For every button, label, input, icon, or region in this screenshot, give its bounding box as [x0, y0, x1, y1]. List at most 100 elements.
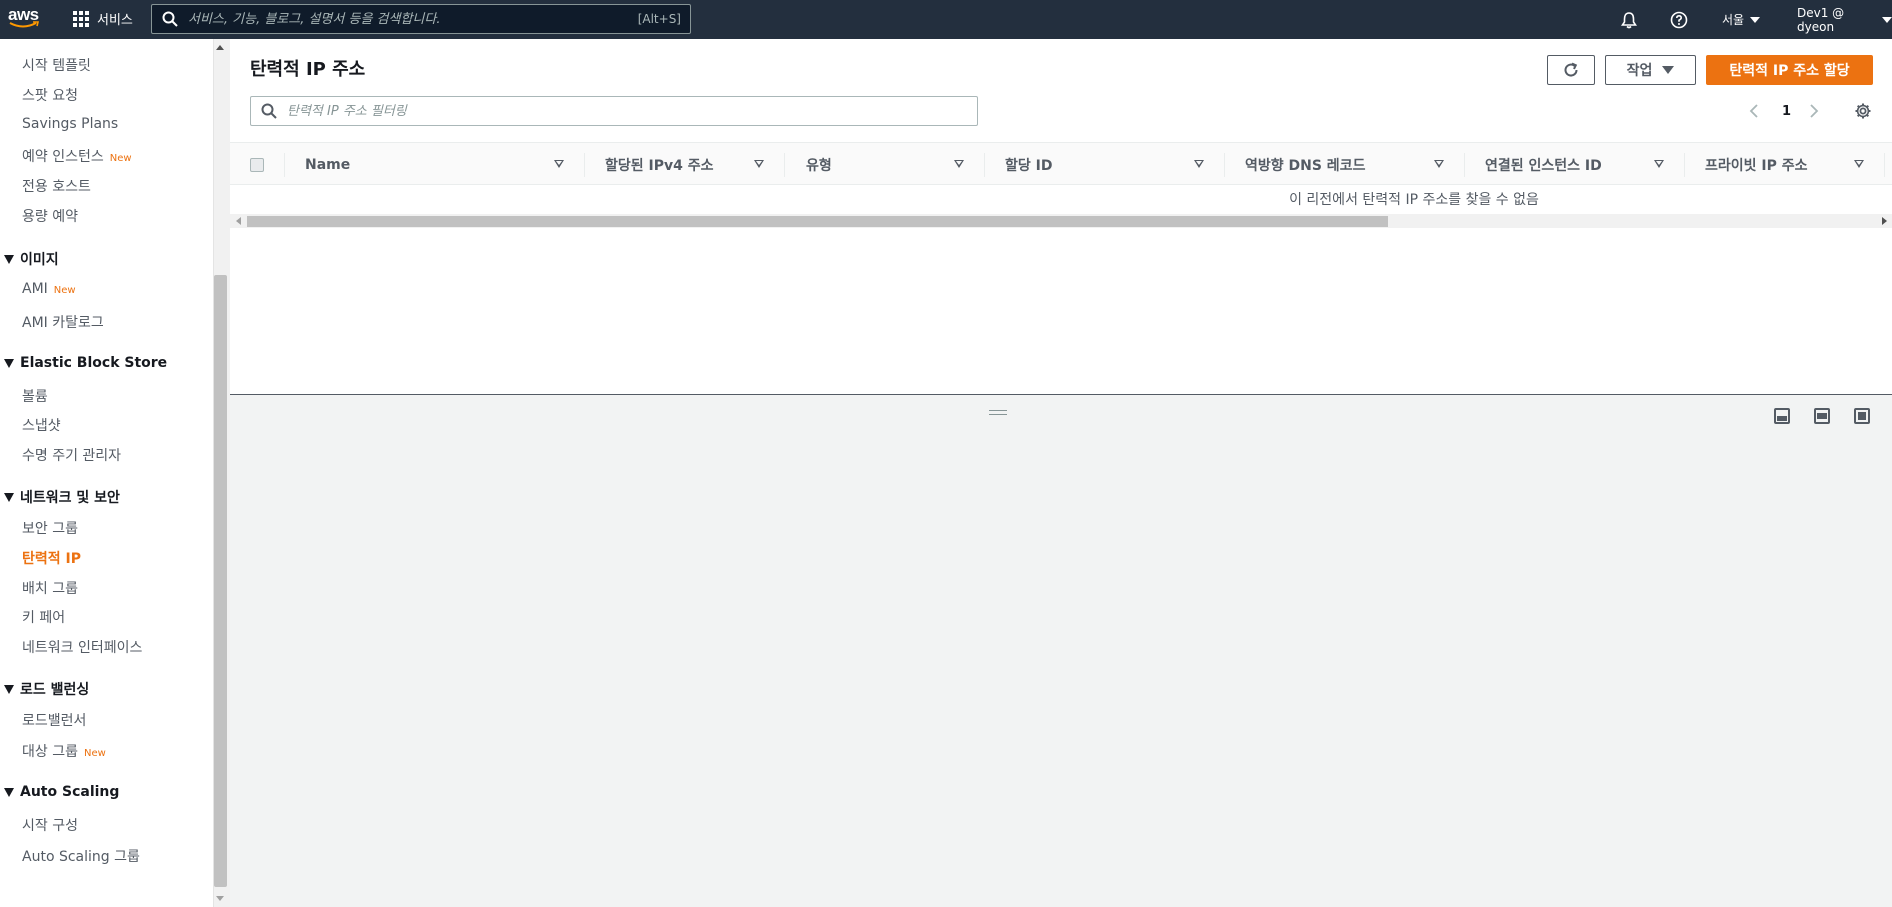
- search-icon: [162, 11, 178, 27]
- sidebar-item-lifecycle-manager[interactable]: 수명 주기 관리자: [22, 445, 121, 465]
- caret-down-icon: [4, 684, 14, 694]
- sidebar-item-network-interfaces[interactable]: 네트워크 인터페이스: [22, 637, 142, 657]
- sidebar-item-ami[interactable]: AMI New: [22, 281, 76, 297]
- sidebar-scrollbar-thumb[interactable]: [214, 275, 227, 887]
- column-label: 연결된 인스턴스 ID: [1485, 157, 1602, 174]
- services-label: 서비스: [97, 13, 133, 28]
- column-label: 프라이빗 IP 주소: [1705, 157, 1808, 174]
- column-header-reverse-dns[interactable]: 역방향 DNS 레코드: [1245, 143, 1365, 186]
- sidebar-item-launch-templates[interactable]: 시작 템플릿: [22, 55, 91, 75]
- column-divider[interactable]: [1684, 153, 1685, 177]
- sort-icon[interactable]: [1854, 160, 1864, 168]
- sidebar-section-network-security[interactable]: 네트워크 및 보안: [4, 487, 120, 507]
- table-header: Name 할당된 IPv4 주소 유형 할당 ID 역방향 DNS 레코드 연결…: [230, 142, 1892, 185]
- services-menu-button[interactable]: 서비스: [73, 9, 133, 28]
- sidebar-item-load-balancers[interactable]: 로드밸런서: [22, 710, 86, 730]
- column-header-type[interactable]: 유형: [806, 143, 832, 186]
- section-title: 네트워크 및 보안: [20, 490, 120, 506]
- preferences-button[interactable]: [1854, 99, 1872, 123]
- scroll-up-arrow-icon[interactable]: [216, 45, 224, 50]
- column-header-instance-id[interactable]: 연결된 인스턴스 ID: [1485, 143, 1602, 186]
- refresh-button[interactable]: [1547, 55, 1595, 85]
- filter-input[interactable]: [287, 103, 977, 119]
- column-label: 역방향 DNS 레코드: [1245, 157, 1366, 174]
- sort-icon[interactable]: [1194, 160, 1204, 168]
- page-number[interactable]: 1: [1782, 99, 1791, 123]
- column-header-ipv4[interactable]: 할당된 IPv4 주소: [605, 143, 714, 186]
- scroll-left-arrow-icon[interactable]: [236, 217, 241, 225]
- filter-box[interactable]: [250, 96, 978, 126]
- sidebar-section-ebs[interactable]: Elastic Block Store: [4, 355, 167, 371]
- notifications-button[interactable]: [1620, 0, 1638, 39]
- section-title: Auto Scaling: [20, 784, 120, 800]
- aws-logo[interactable]: aws: [8, 6, 42, 32]
- sidebar-item-ami-catalog[interactable]: AMI 카탈로그: [22, 312, 104, 332]
- scroll-right-arrow-icon[interactable]: [1882, 217, 1887, 225]
- sort-icon[interactable]: [954, 160, 964, 168]
- column-divider[interactable]: [984, 153, 985, 177]
- sidebar-item-capacity-reservations[interactable]: 용량 예약: [22, 206, 78, 226]
- caret-down-icon: [1662, 66, 1675, 74]
- new-badge: New: [53, 285, 76, 296]
- sort-icon[interactable]: [1654, 160, 1664, 168]
- account-menu[interactable]: Dev1 @ dyeon: [1797, 0, 1892, 39]
- sidebar-item-snapshots[interactable]: 스냅샷: [22, 415, 61, 435]
- region-label: 서울: [1722, 13, 1745, 27]
- column-divider[interactable]: [1224, 153, 1225, 177]
- column-header-allocation-id[interactable]: 할당 ID: [1005, 143, 1052, 186]
- sidebar-item-dedicated-hosts[interactable]: 전용 호스트: [22, 176, 91, 196]
- column-divider[interactable]: [1884, 153, 1885, 177]
- scroll-down-arrow-icon[interactable]: [216, 896, 224, 901]
- sidebar-section-images[interactable]: 이미지: [4, 249, 59, 269]
- sidebar-section-auto-scaling[interactable]: Auto Scaling: [4, 784, 119, 800]
- panel-middle-layout-icon[interactable]: [1814, 408, 1830, 424]
- help-button[interactable]: [1670, 0, 1688, 39]
- table-horizontal-scrollbar-thumb[interactable]: [247, 216, 1388, 227]
- bell-icon: [1621, 11, 1637, 28]
- sidebar-item-volumes[interactable]: 볼륨: [22, 386, 48, 406]
- new-badge: New: [83, 748, 106, 759]
- column-divider[interactable]: [784, 153, 785, 177]
- sidebar-item-placement-groups[interactable]: 배치 그룹: [22, 578, 78, 598]
- sidebar-item-label: 전용 호스트: [22, 179, 91, 195]
- region-selector[interactable]: 서울: [1722, 0, 1761, 39]
- sidebar-item-security-groups[interactable]: 보안 그룹: [22, 518, 78, 538]
- column-header-private-ip[interactable]: 프라이빗 IP 주소: [1705, 143, 1808, 186]
- sort-icon[interactable]: [754, 160, 764, 168]
- actions-dropdown-button[interactable]: 작업: [1605, 55, 1696, 85]
- next-page-button[interactable]: [1808, 99, 1820, 123]
- split-panel: [230, 396, 1892, 907]
- panel-full-layout-icon[interactable]: [1854, 408, 1870, 424]
- sidebar-item-label: AMI 카탈로그: [22, 315, 104, 331]
- sidebar-item-target-groups[interactable]: 대상 그룹 New: [22, 741, 106, 761]
- sidebar-item-savings-plans[interactable]: Savings Plans: [22, 116, 118, 132]
- global-search-input[interactable]: [188, 11, 638, 27]
- select-all-checkbox[interactable]: [250, 158, 264, 172]
- previous-page-button[interactable]: [1748, 99, 1760, 123]
- sidebar-item-auto-scaling-groups[interactable]: Auto Scaling 그룹: [22, 846, 140, 866]
- column-label: 할당 ID: [1005, 157, 1053, 174]
- caret-down-icon: [4, 787, 14, 797]
- sort-icon[interactable]: [554, 160, 564, 168]
- search-shortcut-hint: [Alt+S]: [637, 12, 681, 26]
- sidebar-item-label: 배치 그룹: [22, 581, 78, 597]
- sidebar-item-label: 보안 그룹: [22, 521, 78, 537]
- sidebar-item-label: Savings Plans: [22, 116, 119, 132]
- global-search[interactable]: [Alt+S]: [151, 4, 691, 34]
- column-divider[interactable]: [584, 153, 585, 177]
- sidebar-item-label: AMI: [22, 281, 48, 297]
- panel-bottom-layout-icon[interactable]: [1774, 408, 1790, 424]
- allocate-elastic-ip-button[interactable]: 탄력적 IP 주소 할당: [1706, 55, 1873, 85]
- split-panel-drag-handle[interactable]: [989, 410, 1007, 415]
- sidebar-item-key-pairs[interactable]: 키 페어: [22, 607, 65, 627]
- column-header-name[interactable]: Name: [305, 143, 350, 186]
- sidebar-item-label: 스팟 요청: [22, 88, 78, 104]
- sidebar-section-load-balancing[interactable]: 로드 밸런싱: [4, 679, 89, 699]
- sort-icon[interactable]: [1434, 160, 1444, 168]
- caret-down-icon: [4, 254, 14, 264]
- sidebar-item-spot-requests[interactable]: 스팟 요청: [22, 85, 78, 105]
- column-divider[interactable]: [1464, 153, 1465, 177]
- sidebar-item-launch-configurations[interactable]: 시작 구성: [22, 815, 78, 835]
- sidebar-item-reserved-instances[interactable]: 예약 인스턴스 New: [22, 146, 132, 166]
- sidebar-item-elastic-ip[interactable]: 탄력적 IP: [22, 548, 81, 568]
